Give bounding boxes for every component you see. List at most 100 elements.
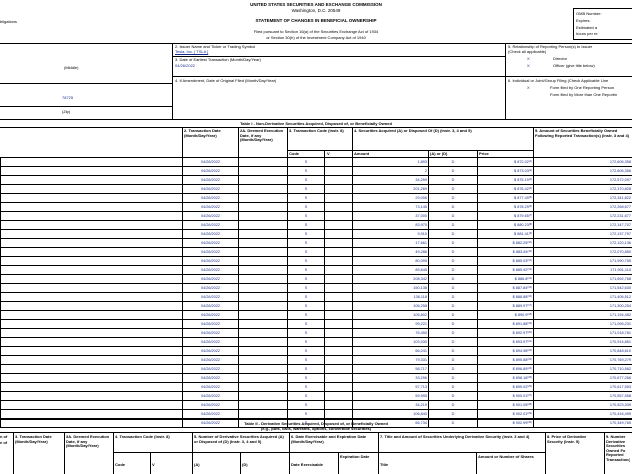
t2-sub-exercisable: Date Exercisable: [291, 462, 324, 467]
acquired-disposed-cell: D: [428, 328, 478, 338]
footnote-ref[interactable]: (1): [529, 160, 532, 163]
price-cell: $ 902.01(29): [477, 409, 534, 419]
footnote-ref[interactable]: (9): [529, 232, 532, 235]
table-row: 04/26/2022 S 106,258 D $ 889.97(17) 171,300,2…: [0, 301, 632, 311]
owned-after-cell: 172,231,677: [533, 211, 632, 221]
table-row: 04/26/2022 S 9,910 D $ 881.41(9) 172,137,797: [0, 229, 632, 239]
footnote-ref[interactable]: (4): [529, 187, 532, 190]
footnote-ref[interactable]: (27): [527, 394, 532, 397]
acquired-disposed-cell: D: [428, 382, 478, 392]
footnote-ref[interactable]: (23): [527, 358, 532, 361]
amount-cell: 33,296: [352, 373, 429, 383]
acquired-disposed-cell: D: [428, 265, 478, 275]
footnote-ref[interactable]: (16): [527, 295, 532, 298]
transaction-code-cell: S: [287, 166, 325, 176]
acquired-disposed-cell: D: [428, 175, 478, 185]
earliest-transaction-value: 04/26/2022: [175, 63, 196, 68]
footnote-ref[interactable]: (14): [527, 277, 532, 280]
amount-cell: 76,450: [352, 328, 429, 338]
footnote-ref[interactable]: (18): [527, 313, 532, 316]
footnote-ref[interactable]: (15): [527, 286, 532, 289]
price-cell: $ 893.97(21): [477, 337, 534, 347]
amount-cell: 17,661: [352, 238, 429, 248]
acquired-disposed-cell: D: [428, 292, 478, 302]
footnote-ref[interactable]: (12): [527, 259, 532, 262]
price-cell: $ 890.9(18): [477, 310, 534, 320]
footnote-ref[interactable]: (13): [527, 268, 532, 271]
t2-col-a-fragment: n of: [0, 434, 8, 439]
amount-cell: 79,331: [352, 355, 429, 365]
footnote-ref[interactable]: (8): [529, 223, 532, 226]
transaction-date-cell: 04/26/2022: [182, 301, 239, 311]
owned-after-cell: 171,018,781: [533, 328, 632, 338]
transaction-code-cell: S: [287, 193, 325, 203]
t1-sub-amount: Amount: [354, 150, 370, 156]
price-value: $ 895.88: [512, 358, 528, 362]
acquired-disposed-cell: D: [428, 355, 478, 365]
transaction-code-cell: S: [287, 292, 325, 302]
transaction-code-cell: S: [287, 328, 325, 338]
price-cell: $ 881.41(9): [477, 229, 534, 239]
amount-cell: 49,286: [352, 247, 429, 257]
omb-hours-label: hours per re: [576, 31, 598, 36]
footnote-ref[interactable]: (2): [529, 169, 532, 172]
footnote-ref[interactable]: (24): [527, 367, 532, 370]
table-row: 04/26/2022 S 136,118 D $ 888.88(16) 171,406,5…: [0, 292, 632, 302]
t2-sub-v: V: [152, 462, 155, 467]
transaction-date-cell: 04/26/2022: [182, 247, 239, 257]
footnote-ref[interactable]: (29): [527, 412, 532, 415]
footnote-ref[interactable]: (19): [527, 322, 532, 325]
price-value: $ 889.97: [512, 304, 528, 308]
price-value: $ 887.84: [512, 286, 528, 290]
footnote-ref[interactable]: (22): [527, 349, 532, 352]
table-row: 04/26/2022 S 2 D $ 873.03(2) 172,606,356: [0, 166, 632, 176]
officer-check-mark: X: [527, 63, 530, 68]
acquired-disposed-cell: D: [428, 364, 478, 374]
price-value: $ 878.29: [514, 205, 529, 209]
footnote-ref[interactable]: (25): [527, 376, 532, 379]
transaction-code-cell: S: [287, 382, 325, 392]
agency-name: UNITED STATES SECURITIES AND EXCHANGE CO…: [250, 2, 382, 7]
owned-after-cell: 172,268,677: [533, 202, 632, 212]
amount-cell: 103,930: [352, 337, 429, 347]
transaction-date-cell: 04/26/2022: [182, 184, 239, 194]
owned-after-cell: 172,572,097: [533, 175, 632, 185]
t1-sub-price: Price: [479, 150, 489, 156]
owned-after-cell: 171,542,630: [533, 283, 632, 293]
one-person-check-mark: X: [527, 85, 530, 90]
agency-city: Washington, D.C. 20549: [291, 8, 341, 13]
footnote-ref[interactable]: (11): [528, 250, 532, 253]
transaction-date-cell: 04/26/2022: [182, 382, 239, 392]
amount-cell: 66,241: [352, 346, 429, 356]
footnote-ref[interactable]: (26): [527, 385, 532, 388]
amount-cell: 89,645: [352, 265, 429, 275]
owned-after-cell: 172,606,358: [533, 157, 632, 167]
transaction-date-cell: 04/26/2022: [182, 400, 239, 410]
footnote-ref[interactable]: (10): [527, 241, 532, 244]
transaction-code-cell: S: [287, 301, 325, 311]
table-row: 04/26/2022 S 99,221 D $ 891.88(19) 171,095,23…: [0, 319, 632, 329]
footnote-ref[interactable]: (20): [527, 331, 532, 334]
price-cell: $ 872.02(1): [477, 157, 534, 167]
acquired-disposed-cell: D: [428, 310, 478, 320]
footnote-ref[interactable]: (17): [527, 304, 532, 307]
price-cell: $ 883.84(11): [477, 247, 534, 257]
amount-cell: 73,145: [352, 202, 429, 212]
transaction-code-cell: S: [287, 211, 325, 221]
table-row: 04/26/2022 S 79,331 D $ 895.88(23) 170,769,27…: [0, 355, 632, 365]
footnote-ref[interactable]: (6): [529, 205, 532, 208]
owned-after-cell: 171,095,231: [533, 319, 632, 329]
issuer-name-link[interactable]: Tesla, Inc. [ TSLA ]: [175, 49, 208, 55]
transaction-date-cell: 04/26/2022: [182, 202, 239, 212]
footnote-ref[interactable]: (5): [529, 196, 532, 199]
footnote-ref[interactable]: (3): [529, 178, 532, 181]
price-value: $ 890.9: [514, 313, 528, 317]
footnote-ref[interactable]: (7): [529, 214, 532, 217]
acquired-disposed-cell: D: [428, 193, 478, 203]
price-value: $ 899.02: [512, 385, 528, 389]
price-cell: $ 898.16(25): [477, 373, 534, 383]
owned-after-cell: 172,147,707: [533, 220, 632, 230]
footnote-ref[interactable]: (28): [527, 403, 532, 406]
footnote-ref[interactable]: (21): [527, 340, 532, 343]
price-cell: $ 901.05(28): [477, 400, 534, 410]
